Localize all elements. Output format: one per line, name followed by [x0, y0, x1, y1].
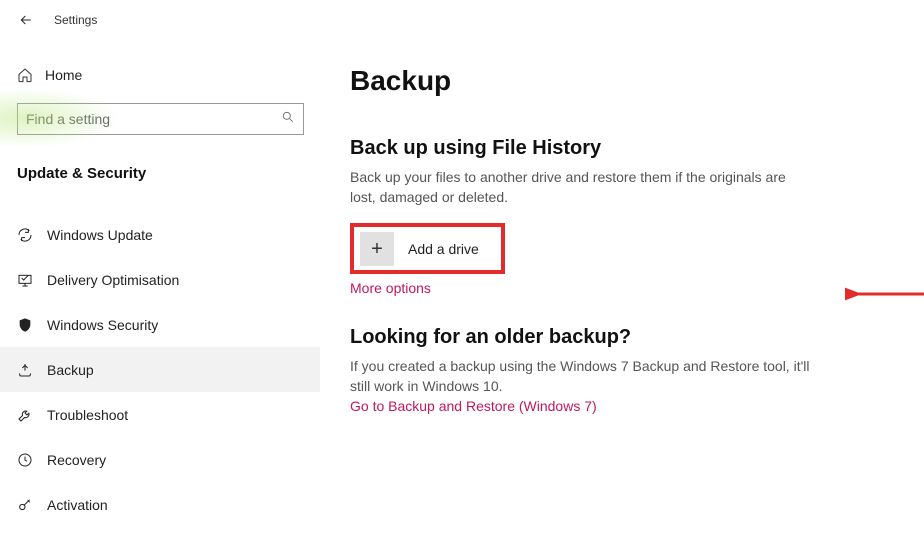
- sidebar-item-windows-security[interactable]: Windows Security: [17, 302, 304, 347]
- backup-icon: [17, 362, 47, 378]
- activation-icon: [17, 497, 47, 513]
- sidebar-item-label: Windows Security: [47, 317, 158, 333]
- sidebar-item-label: Backup: [47, 362, 94, 378]
- sync-icon: [17, 227, 47, 243]
- section-text: Back up your files to another drive and …: [350, 168, 810, 207]
- more-options-link[interactable]: More options: [350, 280, 894, 296]
- section-heading-file-history: Back up using File History: [350, 137, 894, 160]
- sidebar-item-backup[interactable]: Backup: [0, 347, 320, 392]
- home-label: Home: [45, 67, 82, 83]
- page-title: Backup: [350, 65, 894, 97]
- home-icon: [17, 67, 45, 83]
- sidebar-item-label: Delivery Optimisation: [47, 272, 179, 288]
- search-input[interactable]: [26, 111, 266, 127]
- recovery-icon: [17, 452, 47, 468]
- sidebar-item-label: Activation: [47, 497, 108, 513]
- add-drive-label: Add a drive: [408, 241, 479, 257]
- sidebar-item-activation[interactable]: Activation: [17, 482, 304, 527]
- delivery-icon: [17, 272, 47, 288]
- app-title: Settings: [54, 13, 97, 27]
- sidebar-item-troubleshoot[interactable]: Troubleshoot: [17, 392, 304, 437]
- troubleshoot-icon: [17, 407, 47, 423]
- sidebar-item-label: Recovery: [47, 452, 106, 468]
- home-button[interactable]: Home: [17, 55, 304, 95]
- back-button[interactable]: [8, 2, 44, 38]
- section-heading-older-backup: Looking for an older backup?: [350, 326, 894, 349]
- main-content: Backup Back up using File History Back u…: [320, 40, 924, 537]
- shield-icon: [17, 317, 47, 333]
- plus-icon: +: [360, 232, 394, 266]
- sidebar-item-windows-update[interactable]: Windows Update: [17, 212, 304, 257]
- backup-restore-link[interactable]: Go to Backup and Restore (Windows 7): [350, 398, 894, 414]
- sidebar-item-label: Troubleshoot: [47, 407, 128, 423]
- search-box[interactable]: [17, 103, 304, 135]
- sidebar-item-delivery-optimisation[interactable]: Delivery Optimisation: [17, 257, 304, 302]
- category-heading: Update & Security: [17, 165, 304, 182]
- sidebar-item-label: Windows Update: [47, 227, 153, 243]
- sidebar-item-recovery[interactable]: Recovery: [17, 437, 304, 482]
- sidebar: Home Update & Security Windows Update De…: [0, 40, 320, 537]
- search-icon: [281, 110, 295, 129]
- add-drive-button[interactable]: + Add a drive: [350, 223, 505, 274]
- title-bar: Settings: [0, 0, 924, 40]
- section-text: If you created a backup using the Window…: [350, 357, 810, 396]
- nav-list: Windows Update Delivery Optimisation Win…: [17, 212, 304, 527]
